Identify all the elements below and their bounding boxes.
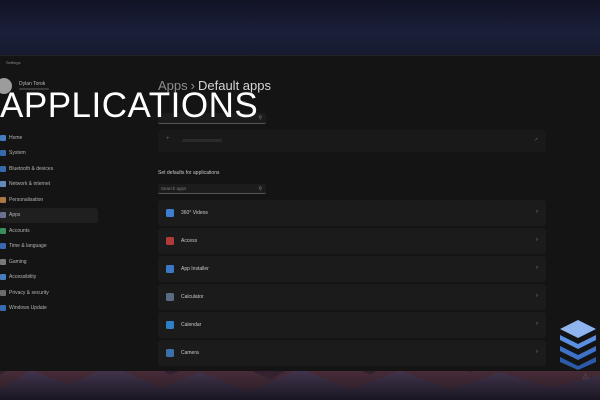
file-type-default-row[interactable]: + ↗	[158, 130, 546, 152]
app-name: Calculator	[181, 294, 204, 300]
sidebar-item-gaming[interactable]: Gaming	[0, 254, 98, 270]
chevron-right-icon: ›	[536, 209, 538, 215]
list-item-app[interactable]: Camera ›	[158, 340, 546, 366]
app-name: Access	[181, 238, 198, 244]
overlay-title: APPLICATIONS	[0, 86, 259, 125]
chevron-right-icon: ↗	[533, 137, 538, 143]
stacked-layers-logo-icon	[560, 320, 596, 370]
sidebar-item-label: Windows Update	[9, 305, 47, 312]
sidebar-item-label: Time & language	[9, 243, 47, 250]
chevron-right-icon: ›	[536, 265, 538, 271]
sidebar-item-apps[interactable]: Apps	[0, 207, 98, 223]
scene: Settings Dylan Torok Home System Bluetoo…	[0, 0, 600, 400]
chevron-right-icon: ›	[536, 349, 538, 355]
list-item-app[interactable]: Calculator ›	[158, 284, 546, 310]
sidebar-item-time-language[interactable]: Time & language	[0, 239, 98, 255]
sidebar-item-accounts[interactable]: Accounts	[0, 223, 98, 239]
chevron-right-icon: ›	[536, 293, 538, 299]
sidebar: Home System Bluetooth & devices Network …	[0, 130, 100, 316]
sidebar-item-label: Network & internet	[9, 181, 51, 188]
sidebar-item-accessibility[interactable]: Accessibility	[0, 270, 98, 286]
shield-icon	[0, 289, 6, 296]
globe-icon	[0, 243, 6, 250]
list-item-app[interactable]: Access ›	[158, 228, 546, 254]
update-icon	[0, 305, 6, 312]
app-name: App Installer	[181, 266, 209, 272]
home-icon	[0, 134, 6, 141]
search-icon: ⚲	[258, 186, 262, 192]
person-icon	[0, 227, 6, 234]
sidebar-item-label: Accounts	[9, 227, 30, 234]
bluetooth-icon	[0, 165, 6, 172]
accessibility-icon	[0, 274, 6, 281]
app-list: 360° Videos › Access › App Installer › C…	[158, 200, 546, 368]
sidebar-item-personalisation[interactable]: Personalisation	[0, 192, 98, 208]
sidebar-item-network[interactable]: Network & internet	[0, 177, 98, 193]
app-icon	[166, 209, 174, 217]
app-name: 360° Videos	[181, 210, 208, 216]
app-icon	[166, 321, 174, 329]
app-icon	[166, 293, 174, 301]
app-icon	[166, 237, 174, 245]
controller-icon	[0, 258, 6, 265]
app-name: Camera	[181, 350, 199, 356]
app-icon	[166, 349, 174, 357]
sidebar-item-system[interactable]: System	[0, 146, 98, 162]
sidebar-item-windows-update[interactable]: Windows Update	[0, 301, 98, 317]
sidebar-item-label: Apps	[9, 212, 21, 219]
apps-icon	[0, 212, 6, 219]
sidebar-item-label: Home	[9, 134, 23, 141]
chevron-right-icon: ›	[536, 321, 538, 327]
sidebar-item-label: Gaming	[9, 258, 27, 265]
sidebar-item-label: Accessibility	[9, 274, 37, 281]
wifi-icon	[0, 181, 6, 188]
search-icon: ⚲	[258, 115, 262, 121]
chevron-right-icon: ›	[536, 237, 538, 243]
apps-search-input[interactable]: Search apps ⚲	[158, 184, 266, 194]
add-icon: +	[166, 136, 170, 142]
window-title: Settings	[6, 60, 21, 65]
sidebar-item-label: Privacy & security	[9, 289, 49, 296]
section-label: Set defaults for applications	[158, 170, 220, 176]
file-type-placeholder	[182, 139, 222, 142]
brush-icon	[0, 196, 6, 203]
sidebar-item-bluetooth[interactable]: Bluetooth & devices	[0, 161, 98, 177]
apps-search-placeholder: Search apps	[161, 186, 187, 191]
app-name: Calendar	[181, 322, 202, 328]
corner-glyph-icon: ⚠	[582, 372, 590, 381]
monitor-icon	[0, 150, 6, 157]
list-item-app[interactable]: App Installer ›	[158, 256, 546, 282]
list-item-app[interactable]: 360° Videos ›	[158, 200, 546, 226]
sidebar-item-home[interactable]: Home	[0, 130, 98, 146]
list-item-app[interactable]: Calendar ›	[158, 312, 546, 338]
sidebar-item-label: Bluetooth & devices	[9, 165, 54, 172]
sidebar-item-label: Personalisation	[9, 196, 44, 203]
app-icon	[166, 265, 174, 273]
sidebar-item-privacy[interactable]: Privacy & security	[0, 285, 98, 301]
sidebar-item-label: System	[9, 150, 26, 157]
